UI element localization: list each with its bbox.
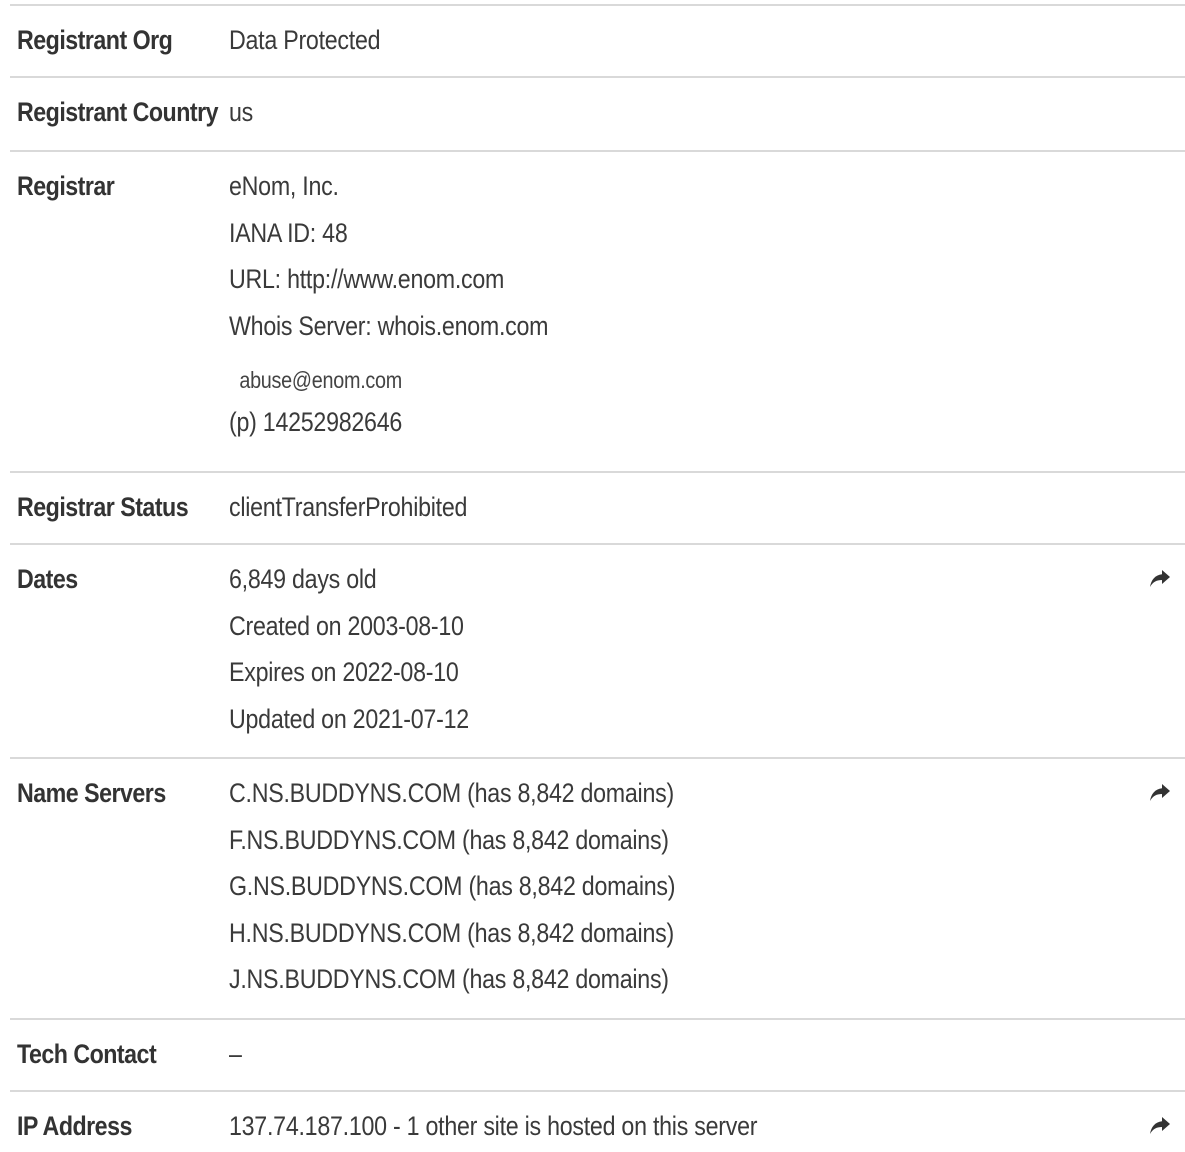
registrar-phone: (p) 14252982646 (229, 407, 403, 437)
row-value: Data Protected (229, 25, 381, 55)
registrar-name: eNom, Inc. (229, 171, 339, 201)
row-registrar-status: Registrar Status clientTransferProhibite… (10, 473, 1185, 545)
row-ip-address: IP Address 137.74.187.100 - 1 other site… (10, 1092, 1185, 1152)
share-arrow-icon[interactable] (1149, 569, 1171, 589)
share-arrow-icon[interactable] (1149, 783, 1171, 803)
row-tech-contact: Tech Contact – (10, 1020, 1185, 1092)
name-server-link[interactable]: H.NS.BUDDYNS.COM (has 8,842 domains) (229, 918, 675, 965)
name-server-link[interactable]: G.NS.BUDDYNS.COM (has 8,842 domains) (229, 871, 675, 918)
row-label: Registrar (17, 171, 115, 201)
row-value: clientTransferProhibited (229, 492, 468, 522)
name-server-link[interactable]: J.NS.BUDDYNS.COM (has 8,842 domains) (229, 964, 675, 1011)
expires-date: Expires on 2022-08-10 (229, 657, 459, 687)
row-label: Registrant Org (17, 25, 173, 55)
row-label: Registrant Country (17, 97, 219, 127)
row-value: – (229, 1039, 242, 1069)
row-label: Name Servers (17, 778, 166, 808)
row-value-registrar: eNom, Inc. IANA ID: 48 URL: http://www.e… (229, 171, 549, 454)
row-value-name-servers: C.NS.BUDDYNS.COM (has 8,842 domains) F.N… (229, 778, 675, 1011)
row-registrant-country: Registrant Country us (10, 78, 1185, 152)
row-value-dates: 6,849 days old Created on 2003-08-10 Exp… (229, 564, 469, 750)
whois-table: Registrant Org Data Protected Registrant… (10, 6, 1185, 1152)
updated-date: Updated on 2021-07-12 (229, 703, 469, 734)
registrar-iana-id: IANA ID: 48 (229, 217, 348, 248)
row-dates: Dates 6,849 days old Created on 2003-08-… (10, 545, 1185, 759)
name-server-link[interactable]: C.NS.BUDDYNS.COM (has 8,842 domains) (229, 778, 675, 825)
row-label: IP Address (17, 1111, 132, 1141)
created-date: Created on 2003-08-10 (229, 610, 464, 641)
row-registrar: Registrar eNom, Inc. IANA ID: 48 URL: ht… (10, 152, 1185, 473)
row-value[interactable]: 137.74.187.100 - 1 other site is hosted … (229, 1111, 757, 1142)
row-registrant-org: Registrant Org Data Protected (10, 6, 1185, 78)
name-server-link[interactable]: F.NS.BUDDYNS.COM (has 8,842 domains) (229, 825, 675, 872)
domain-age: 6,849 days old (229, 564, 377, 594)
row-value: us (229, 97, 254, 127)
registrar-url[interactable]: URL: http://www.enom.com (229, 264, 548, 311)
row-name-servers: Name Servers C.NS.BUDDYNS.COM (has 8,842… (10, 759, 1185, 1020)
share-arrow-icon[interactable] (1149, 1116, 1171, 1136)
row-label: Dates (17, 564, 78, 594)
registrar-abuse-email[interactable]: abuse@enom.com (229, 357, 548, 407)
row-label: Registrar Status (17, 492, 189, 522)
registrar-whois-server: Whois Server: whois.enom.com (229, 310, 549, 341)
row-label: Tech Contact (17, 1039, 157, 1069)
